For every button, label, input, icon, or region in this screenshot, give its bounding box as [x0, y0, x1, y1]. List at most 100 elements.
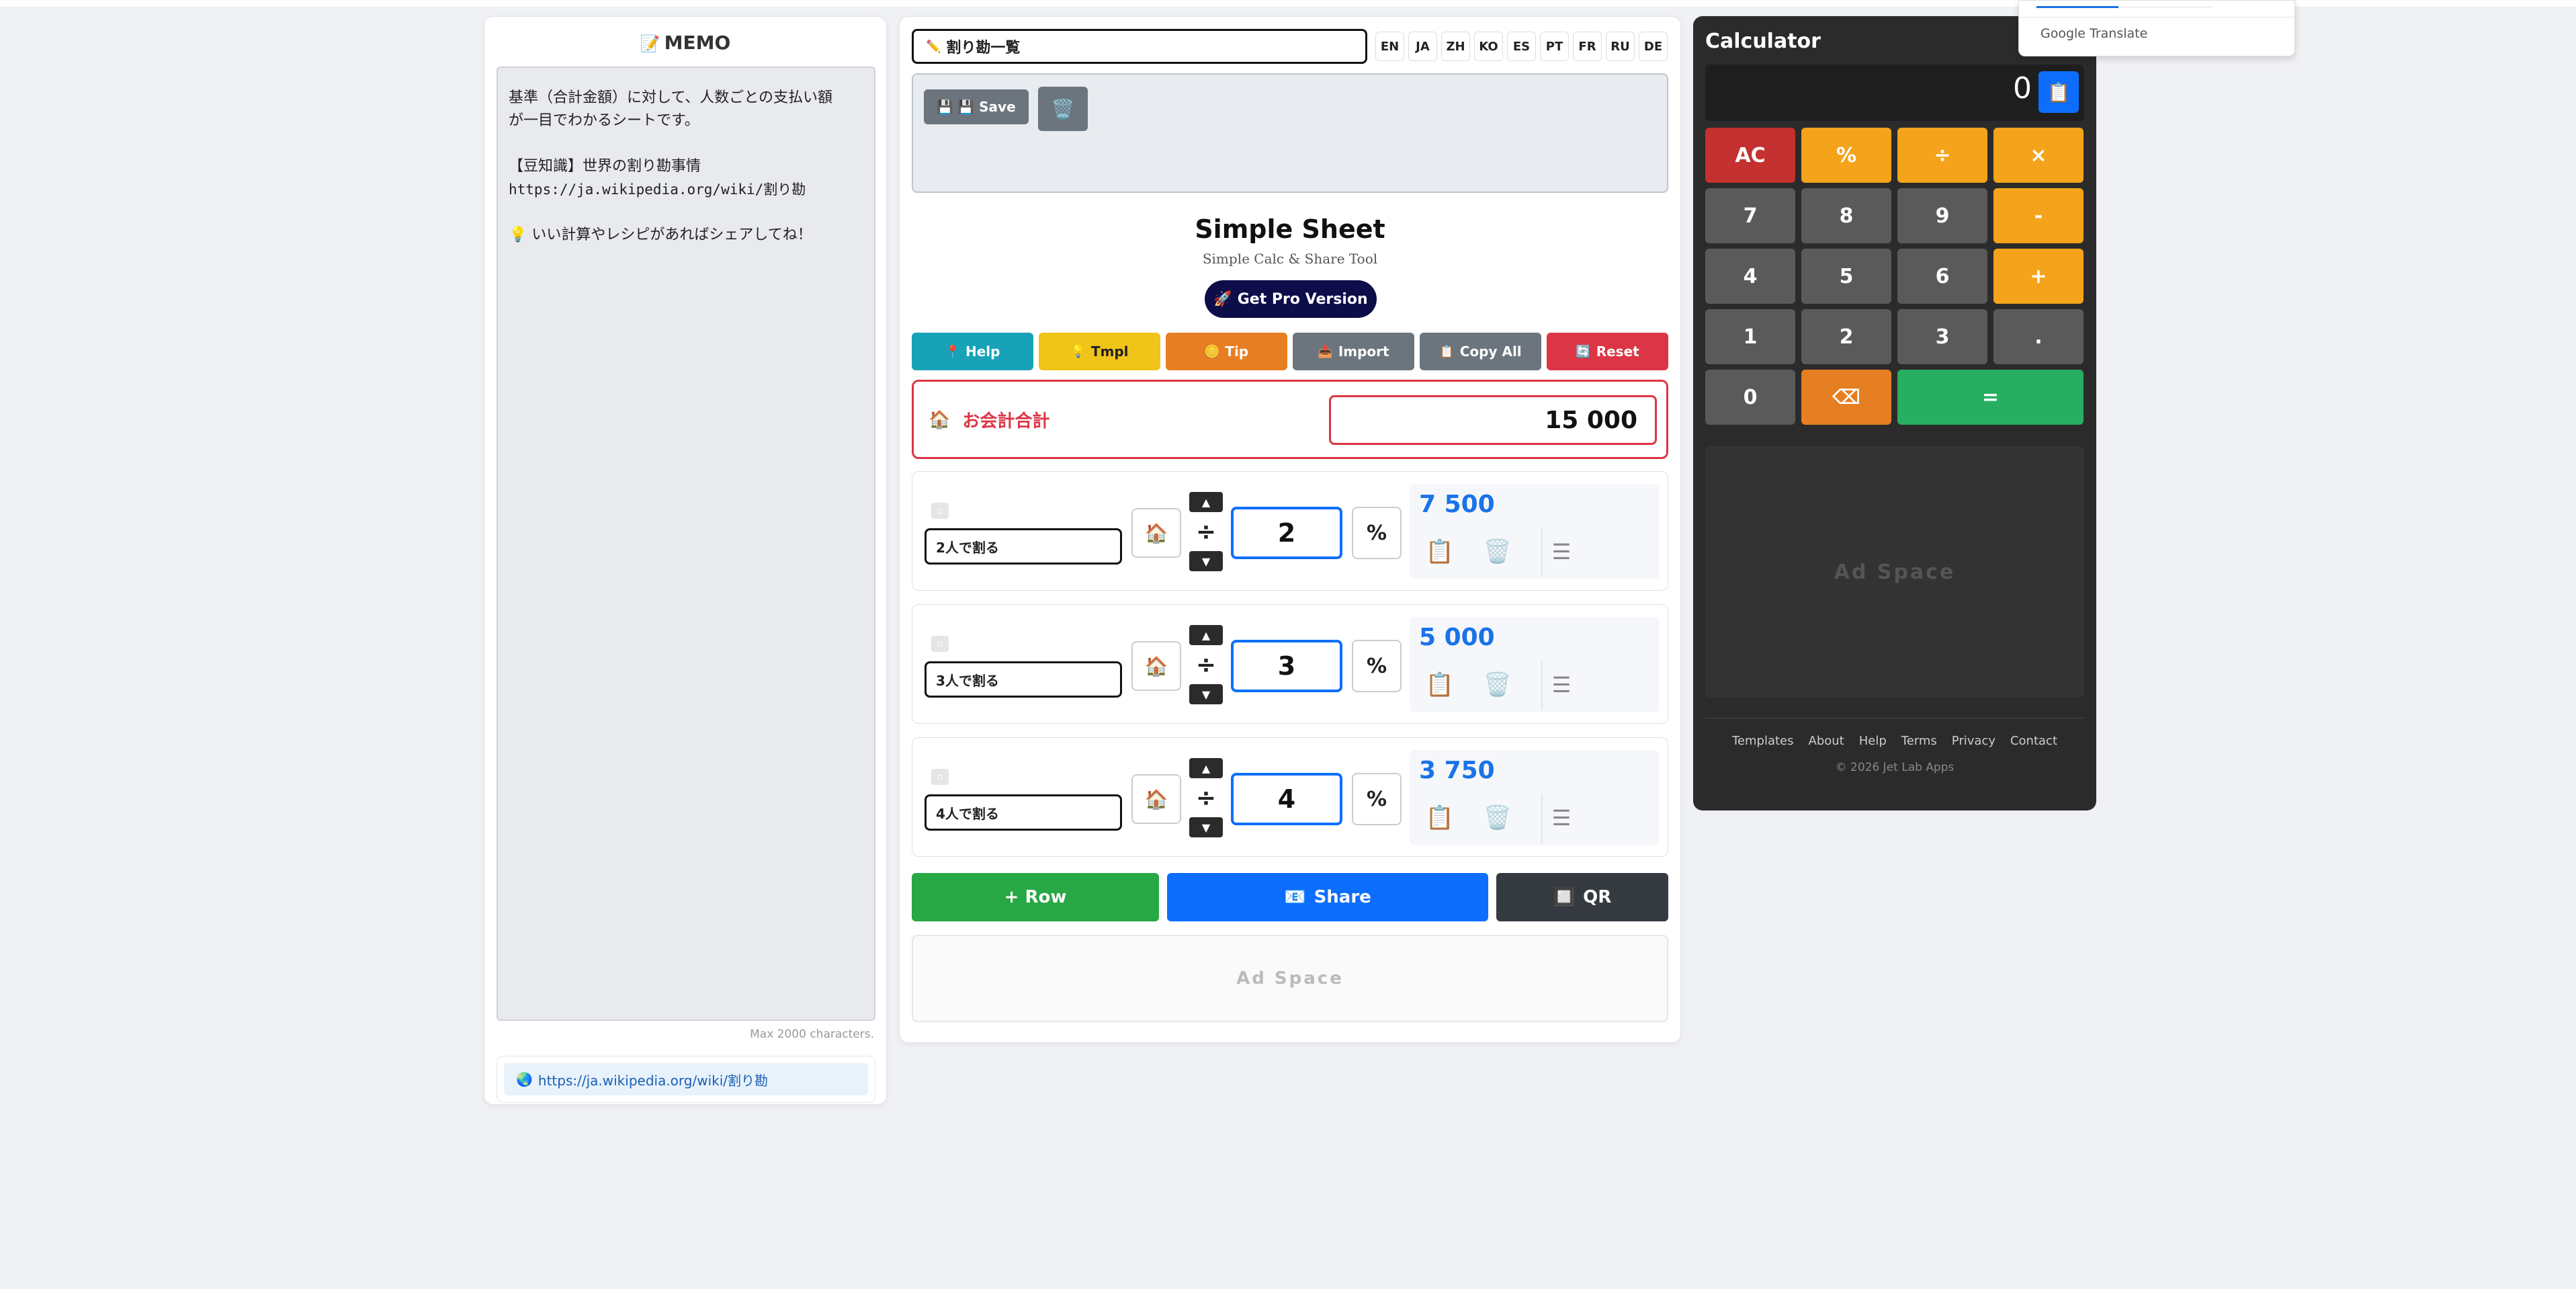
share-button[interactable]: 📧 Share	[1167, 873, 1488, 921]
memo-line: 【豆知識】世界の割り勘事情	[509, 158, 701, 175]
drag-handle-icon[interactable]: ☰	[1547, 535, 1576, 569]
template-button[interactable]: 💡 Tmpl	[1039, 333, 1160, 370]
trash-icon[interactable]: 🗑️	[1482, 668, 1513, 702]
row-badge: ▫	[931, 636, 949, 652]
calc-key-ac[interactable]: AC	[1705, 128, 1795, 183]
calc-key-percent[interactable]: %	[1801, 128, 1891, 183]
memo-title: 📝 MEMO	[640, 32, 731, 54]
row-result-value: 3 750	[1419, 757, 1495, 784]
calc-key-decimal[interactable]: .	[1993, 309, 2084, 364]
operator-down-button[interactable]: ▼	[1189, 817, 1223, 837]
help-button[interactable]: 📍 Help	[912, 333, 1033, 370]
refresh-icon: 🔄	[1576, 344, 1591, 359]
clipboard-icon[interactable]: 📋	[1424, 668, 1455, 702]
calc-key-6[interactable]: 6	[1897, 249, 1987, 304]
row-result: 3 750 📋 🗑️ ☰	[1410, 750, 1660, 845]
operator-down-button[interactable]: ▼	[1189, 551, 1223, 571]
calc-row: ▫ 3人で割る 🏠 ▲ ÷ ▼ 3 % 5 000 📋 🗑️ ☰	[912, 604, 1668, 724]
total-input[interactable]: 15 000	[1329, 395, 1657, 445]
google-translate-popup[interactable]: Google Translate	[2018, 0, 2295, 56]
row-label-input[interactable]: 3人で割る	[925, 661, 1122, 698]
sheet-title-input[interactable]: ✏️ 割り勘一覧	[912, 29, 1367, 64]
percent-toggle[interactable]: %	[1352, 773, 1402, 825]
row-label-input[interactable]: 4人で割る	[925, 794, 1122, 831]
qr-button[interactable]: 🔲 QR	[1496, 873, 1668, 921]
memo-link[interactable]: 🌏 https://ja.wikipedia.org/wiki/割り勘	[504, 1063, 868, 1095]
calc-key-backspace[interactable]: ⌫	[1801, 370, 1891, 425]
clear-saved-button[interactable]: 🗑️	[1038, 87, 1088, 131]
memo-link-box: 🌏 https://ja.wikipedia.org/wiki/割り勘	[497, 1056, 875, 1103]
bulb-icon: 💡	[1070, 344, 1086, 359]
tip-button[interactable]: 🪙 Tip	[1166, 333, 1287, 370]
row-ref-button[interactable]: 🏠	[1131, 641, 1181, 691]
reset-button[interactable]: 🔄 Reset	[1547, 333, 1668, 370]
row-label-input[interactable]: 2人で割る	[925, 528, 1122, 565]
row-ref-button[interactable]: 🏠	[1131, 774, 1181, 824]
calc-key-plus[interactable]: +	[1993, 249, 2084, 304]
row-divider	[1541, 661, 1543, 710]
row-value-input[interactable]: 2	[1231, 507, 1342, 559]
calc-key-9[interactable]: 9	[1897, 188, 1987, 243]
trash-icon[interactable]: 🗑️	[1482, 535, 1513, 569]
calc-key-divide[interactable]: ÷	[1897, 128, 1987, 183]
footer-link-privacy[interactable]: Privacy	[1952, 734, 1995, 748]
calc-key-4[interactable]: 4	[1705, 249, 1795, 304]
memo-line: 基準（合計金額）に対して、人数ごとの支払い額	[509, 89, 833, 106]
lang-button-zh[interactable]: ZH	[1441, 32, 1470, 61]
save-button[interactable]: 💾 💾 Save	[924, 89, 1029, 124]
trash-icon[interactable]: 🗑️	[1482, 801, 1513, 835]
clipboard-icon[interactable]: 📋	[1424, 535, 1455, 569]
calc-key-multiply[interactable]: ×	[1993, 128, 2084, 183]
operator-down-button[interactable]: ▼	[1189, 684, 1223, 704]
footer-link-contact[interactable]: Contact	[2010, 734, 2057, 748]
lang-button-pt[interactable]: PT	[1540, 32, 1569, 61]
row-value-input[interactable]: 3	[1231, 640, 1342, 692]
percent-toggle[interactable]: %	[1352, 507, 1402, 559]
clipboard-icon: 📋	[2047, 81, 2071, 103]
operator-up-button[interactable]: ▲	[1189, 625, 1223, 645]
footer-link-templates[interactable]: Templates	[1732, 734, 1794, 748]
calc-key-0[interactable]: 0	[1705, 370, 1795, 425]
translate-brand: Google Translate	[2041, 26, 2148, 41]
calc-key-1[interactable]: 1	[1705, 309, 1795, 364]
calc-key-equals[interactable]: =	[1897, 370, 2084, 425]
clipboard-icon: 📋	[1439, 344, 1455, 359]
coin-icon: 🪙	[1204, 344, 1220, 359]
footer-link-about[interactable]: About	[1809, 734, 1844, 748]
footer-link-terms[interactable]: Terms	[1901, 734, 1937, 748]
calc-key-7[interactable]: 7	[1705, 188, 1795, 243]
copyright: © 2026 Jet Lab Apps	[1835, 761, 1955, 774]
calc-key-3[interactable]: 3	[1897, 309, 1987, 364]
lang-button-ko[interactable]: KO	[1474, 32, 1503, 61]
footer-links: Templates About Help Terms Privacy Conta…	[1693, 734, 2096, 748]
operator-up-button[interactable]: ▲	[1189, 758, 1223, 778]
lang-button-fr[interactable]: FR	[1573, 32, 1602, 61]
lang-button-en[interactable]: EN	[1375, 32, 1404, 61]
lang-button-ja[interactable]: JA	[1408, 32, 1437, 61]
row-ref-button[interactable]: 🏠	[1131, 508, 1181, 558]
clipboard-icon[interactable]: 📋	[1424, 801, 1455, 835]
add-row-button[interactable]: + Row	[912, 873, 1159, 921]
lang-button-es[interactable]: ES	[1507, 32, 1536, 61]
get-pro-button[interactable]: 🚀 Get Pro Version	[1205, 280, 1377, 318]
row-result-value: 5 000	[1419, 624, 1495, 651]
pin-icon: 📍	[945, 344, 960, 359]
drag-handle-icon[interactable]: ☰	[1547, 801, 1576, 835]
percent-toggle[interactable]: %	[1352, 640, 1402, 692]
import-button[interactable]: 📥 Import	[1293, 333, 1414, 370]
footer-link-help[interactable]: Help	[1859, 734, 1887, 748]
floppy-disk-icon: 💾	[937, 99, 954, 115]
drag-handle-icon[interactable]: ☰	[1547, 668, 1576, 702]
calc-key-minus[interactable]: -	[1993, 188, 2084, 243]
copy-all-button[interactable]: 📋 Copy All	[1420, 333, 1541, 370]
memo-textarea[interactable]: 基準（合計金額）に対して、人数ごとの支払い額 が一目でわかるシートです。 【豆知…	[497, 67, 875, 1021]
row-divider	[1541, 528, 1543, 577]
calc-key-8[interactable]: 8	[1801, 188, 1891, 243]
calc-key-2[interactable]: 2	[1801, 309, 1891, 364]
lang-button-de[interactable]: DE	[1639, 32, 1668, 61]
operator-up-button[interactable]: ▲	[1189, 492, 1223, 512]
calc-key-5[interactable]: 5	[1801, 249, 1891, 304]
calculator-copy-button[interactable]: 📋	[2038, 71, 2079, 113]
row-value-input[interactable]: 4	[1231, 773, 1342, 825]
lang-button-ru[interactable]: RU	[1606, 32, 1635, 61]
